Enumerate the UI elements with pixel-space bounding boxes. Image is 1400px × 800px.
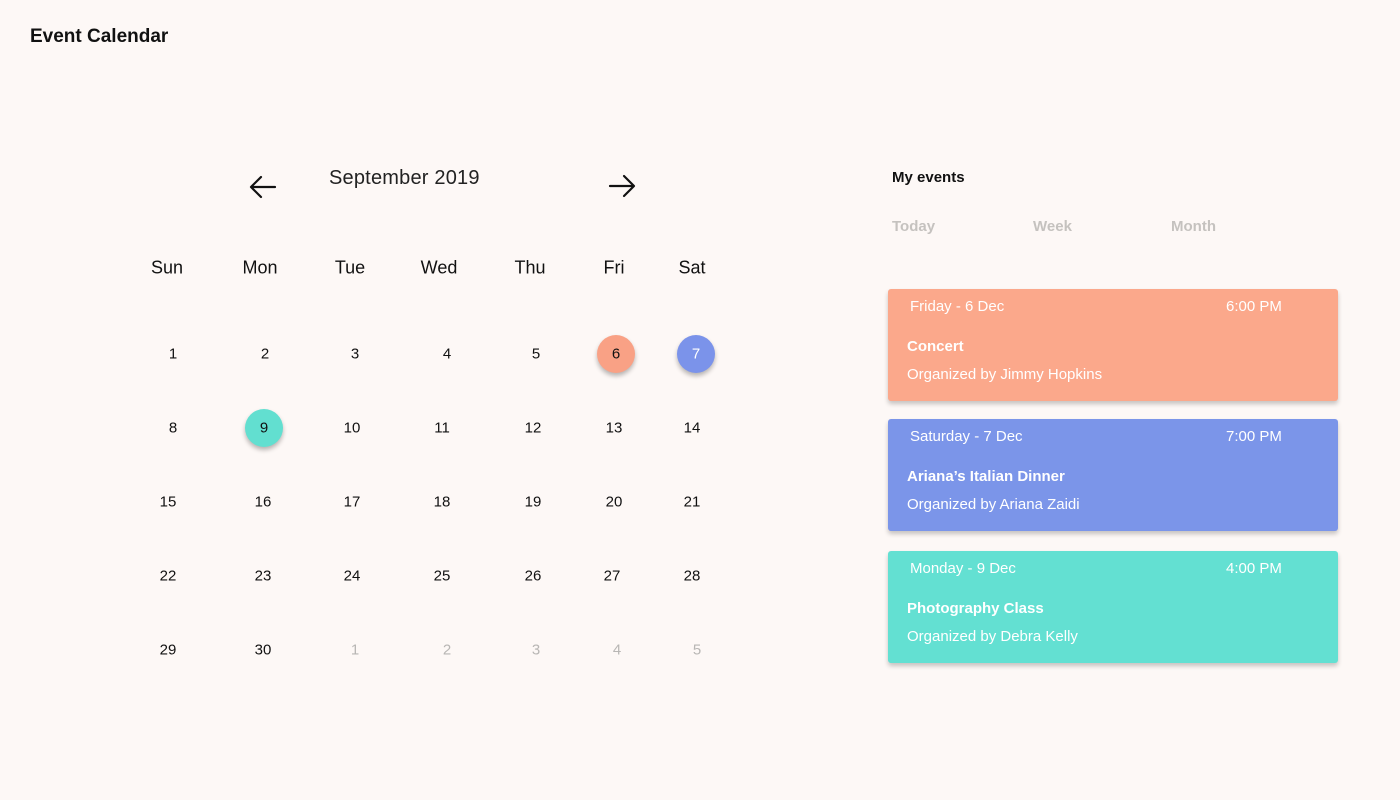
day-number: 5 [531, 345, 541, 363]
day-number: 13 [605, 419, 623, 437]
tab-month[interactable]: Month [1171, 218, 1216, 235]
event-time: 6:00 PM [1226, 298, 1282, 315]
next-month-button[interactable] [606, 170, 638, 202]
day-number: 2 [260, 345, 270, 363]
day-number: 1 [168, 345, 178, 363]
event-date: Friday - 6 Dec [910, 298, 1005, 315]
weekday-label: Sun [150, 257, 184, 278]
day-number: 28 [683, 567, 701, 585]
tab-today[interactable]: Today [892, 218, 935, 235]
day-number: 4 [442, 345, 452, 363]
day-number: 7 [691, 345, 701, 363]
day-number: 14 [683, 419, 701, 437]
day-number: 30 [254, 641, 272, 659]
day-number: 18 [433, 493, 451, 511]
day-number: 21 [683, 493, 701, 511]
event-name: Concert [907, 338, 964, 355]
day-number: 10 [343, 419, 361, 437]
day-number: 8 [168, 419, 178, 437]
day-number: 29 [159, 641, 177, 659]
event-organizer: Organized by Ariana Zaidi [907, 496, 1080, 513]
prev-month-button[interactable] [247, 171, 279, 203]
weekday-label: Tue [334, 257, 366, 278]
day-number: 4 [612, 641, 622, 659]
day-number: 26 [524, 567, 542, 585]
event-organizer: Organized by Debra Kelly [907, 628, 1078, 645]
day-number: 1 [350, 641, 360, 659]
event-time: 4:00 PM [1226, 560, 1282, 577]
weekday-label: Thu [514, 257, 546, 278]
weekday-label: Sat [678, 257, 706, 278]
month-label: September 2019 [329, 167, 480, 189]
app-title: Event Calendar [30, 26, 169, 47]
day-number: 2 [442, 641, 452, 659]
day-number: 5 [692, 641, 702, 659]
day-number: 19 [524, 493, 542, 511]
event-organizer: Organized by Jimmy Hopkins [907, 366, 1103, 383]
events-title: My events [892, 169, 965, 186]
day-number: 23 [254, 567, 272, 585]
event-card[interactable]: Saturday - 7 Dec 7:00 PM Ariana’s Italia… [888, 419, 1338, 531]
event-date: Monday - 9 Dec [910, 560, 1016, 577]
arrow-right-icon [608, 174, 636, 198]
event-card[interactable]: Friday - 6 Dec 6:00 PM Concert Organized… [888, 289, 1338, 401]
day-number: 3 [531, 641, 541, 659]
day-number: 25 [433, 567, 451, 585]
day-number: 6 [611, 345, 621, 363]
weekday-label: Wed [420, 257, 458, 278]
event-date: Saturday - 7 Dec [910, 428, 1023, 445]
day-number: 12 [524, 419, 542, 437]
day-number: 11 [434, 419, 450, 437]
day-number: 17 [343, 493, 361, 511]
event-card[interactable]: Monday - 9 Dec 4:00 PM Photography Class… [888, 551, 1338, 663]
day-number: 16 [254, 493, 272, 511]
day-number: 24 [343, 567, 361, 585]
weekday-label: Mon [242, 257, 278, 278]
day-number: 22 [159, 567, 177, 585]
day-number: 9 [259, 419, 269, 437]
event-name: Ariana’s Italian Dinner [907, 468, 1065, 485]
day-number: 27 [603, 567, 621, 585]
weekday-label: Fri [603, 257, 625, 278]
event-name: Photography Class [907, 600, 1044, 617]
tab-week[interactable]: Week [1033, 218, 1072, 235]
event-time: 7:00 PM [1226, 428, 1282, 445]
arrow-left-icon [249, 175, 277, 199]
day-number: 20 [605, 493, 623, 511]
day-number: 15 [159, 493, 177, 511]
day-number: 3 [350, 345, 360, 363]
